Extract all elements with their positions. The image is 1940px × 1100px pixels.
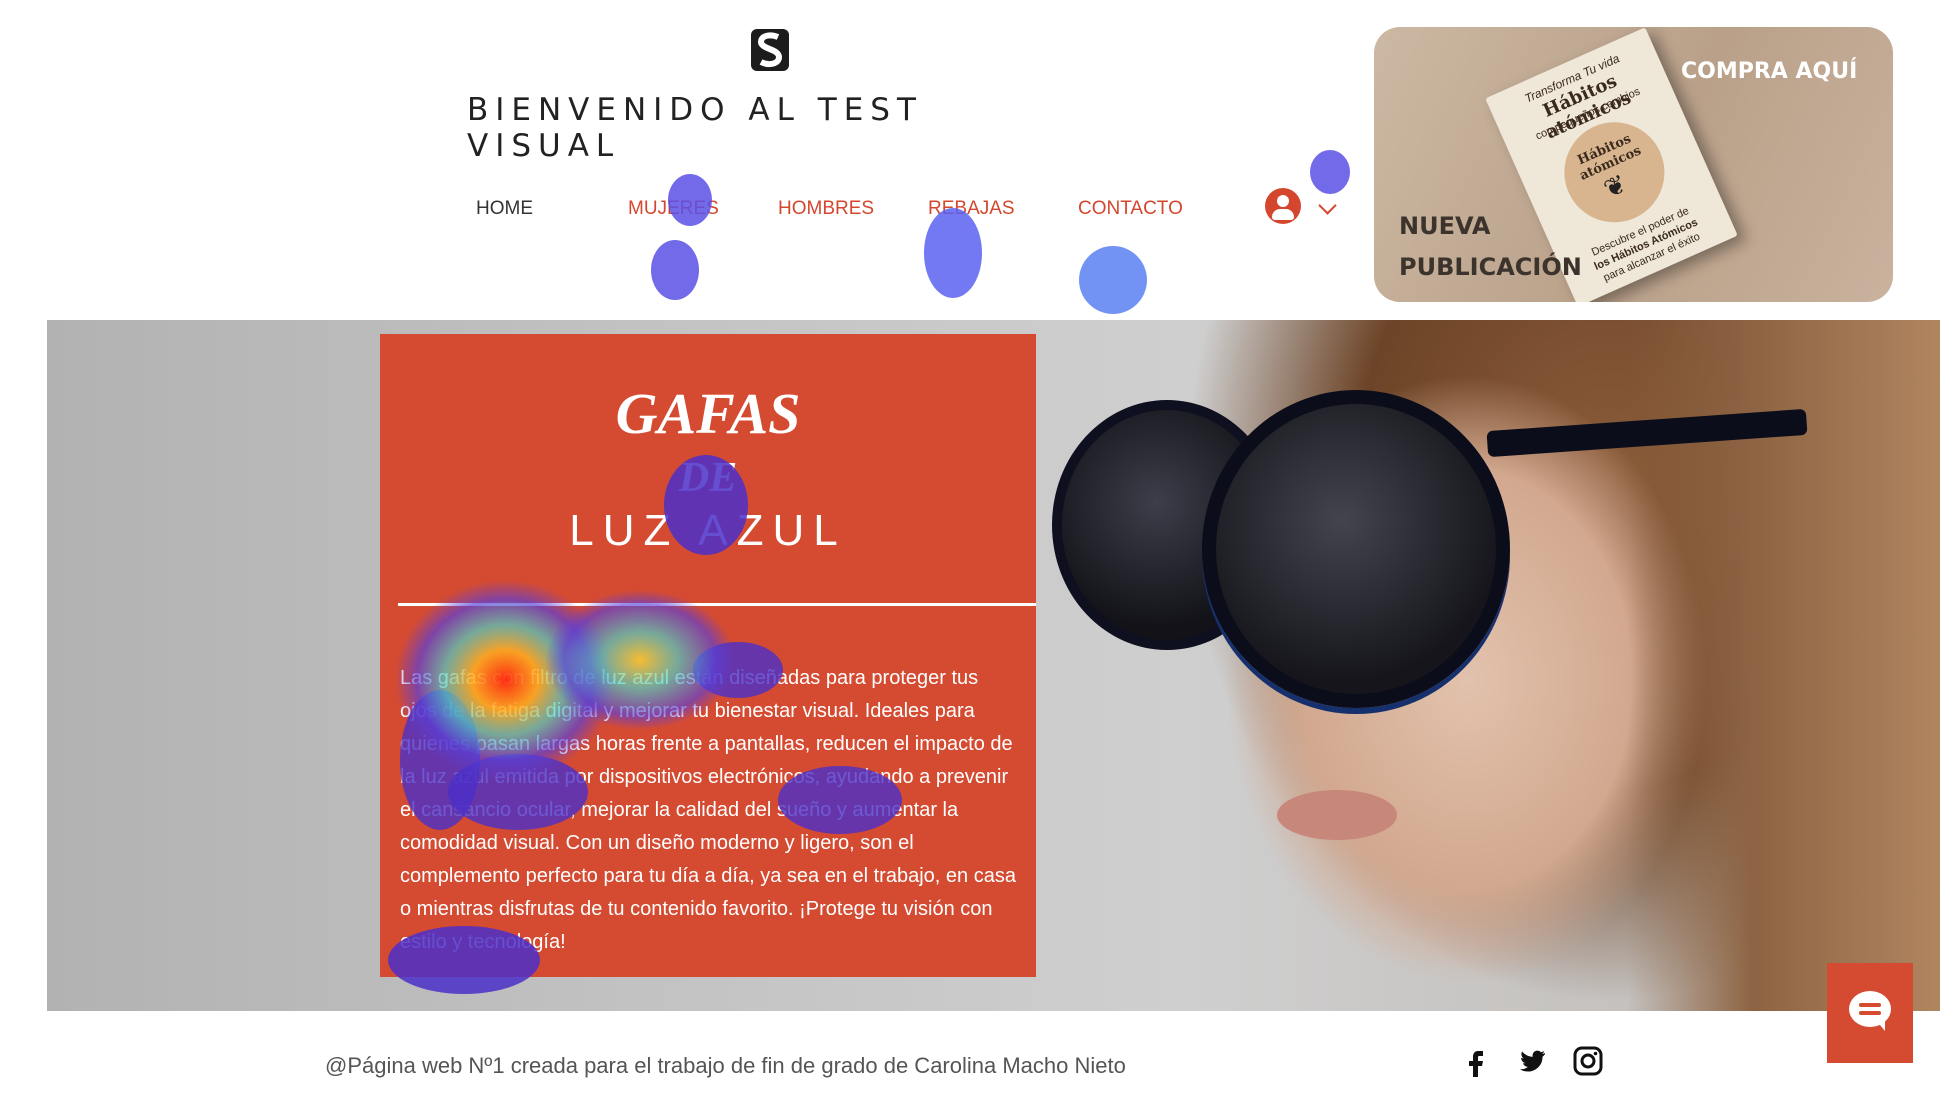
footer-credit: @Página web Nº1 creada para el trabajo d…: [325, 1053, 1126, 1078]
chat-icon: [1849, 991, 1891, 1031]
nav-mujeres[interactable]: MUJERES: [628, 198, 719, 220]
user-account-icon[interactable]: [1265, 188, 1301, 224]
nav-contacto[interactable]: CONTACTO: [1078, 198, 1183, 220]
chat-widget-button[interactable]: [1827, 963, 1913, 1063]
nav-rebajas[interactable]: REBAJAS: [928, 198, 1015, 220]
site-title: BIENVENIDO AL TEST VISUAL: [467, 92, 923, 164]
book-ad-banner[interactable]: Transforma Tu vida Hábitos atómicos con …: [1374, 27, 1893, 302]
card-title-line-3: LUZ AZUL: [569, 506, 847, 555]
nav-home[interactable]: HOME: [476, 198, 533, 220]
card-title-line-2: DE: [678, 455, 738, 501]
buy-here-link[interactable]: COMPRA AQUÍ: [1681, 59, 1857, 84]
new-line-1: NUEVA: [1399, 212, 1491, 240]
site-logo[interactable]: [751, 29, 789, 71]
instagram-icon[interactable]: [1572, 1045, 1604, 1077]
chat-icon-line: [1859, 1011, 1881, 1015]
sunglasses-right-lens: [1202, 390, 1510, 708]
facebook-icon[interactable]: [1460, 1045, 1492, 1077]
logo-s-icon: [757, 32, 783, 68]
chat-icon-line: [1859, 1003, 1881, 1007]
card-divider: [398, 603, 1036, 606]
twitter-icon[interactable]: [1516, 1045, 1548, 1077]
new-line-2: PUBLICACIÓN: [1399, 253, 1582, 281]
card-title-line-1: GAFAS: [615, 381, 801, 446]
card-description: Las gafas con filtro de luz azul están d…: [400, 667, 1016, 953]
product-info-card: GAFAS DE LUZ AZUL Las gafas con filtro d…: [380, 334, 1036, 977]
model-lips: [1277, 790, 1397, 840]
new-publication-label: NUEVA PUBLICACIÓN: [1399, 206, 1582, 288]
main-nav: HOME MUJERES HOMBRES REBAJAS CONTACTO: [0, 198, 1400, 228]
nav-hombres[interactable]: HOMBRES: [778, 198, 874, 220]
